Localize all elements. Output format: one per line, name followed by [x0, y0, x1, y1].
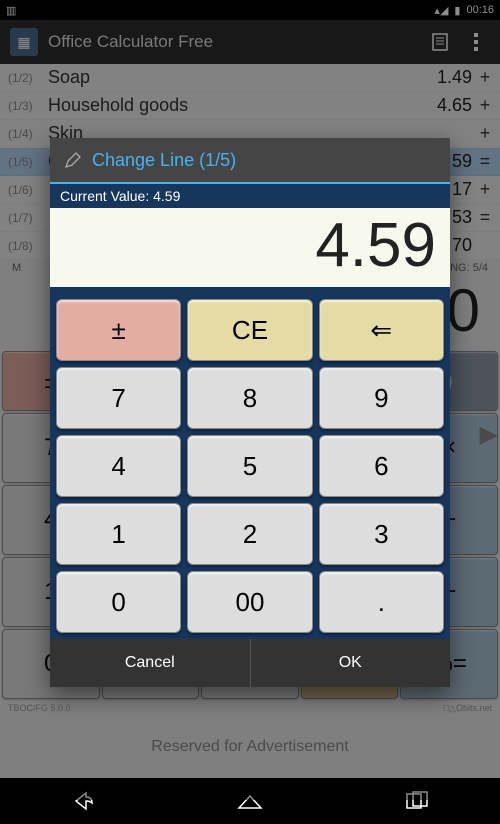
- pencil-icon: [64, 151, 82, 169]
- dialog-display: 4.59: [50, 208, 450, 293]
- key-dot[interactable]: .: [319, 571, 444, 633]
- key-00[interactable]: 00: [187, 571, 312, 633]
- dialog-title: Change Line (1/5): [92, 150, 236, 171]
- dialog-header: Change Line (1/5): [50, 138, 450, 184]
- key-4[interactable]: 4: [56, 435, 181, 497]
- cancel-button[interactable]: Cancel: [50, 639, 251, 687]
- key-backspace[interactable]: ⇐: [319, 299, 444, 361]
- key-9[interactable]: 9: [319, 367, 444, 429]
- dialog-keypad: ± CE ⇐ 7 8 9 4 5 6 1 2 3 0 00 .: [50, 293, 450, 639]
- current-value-bar: Current Value: 4.59: [50, 184, 450, 208]
- key-1[interactable]: 1: [56, 503, 181, 565]
- change-line-dialog: Change Line (1/5) Current Value: 4.59 4.…: [50, 138, 450, 687]
- key-0[interactable]: 0: [56, 571, 181, 633]
- key-6[interactable]: 6: [319, 435, 444, 497]
- key-8[interactable]: 8: [187, 367, 312, 429]
- key-7[interactable]: 7: [56, 367, 181, 429]
- key-clear-entry[interactable]: CE: [187, 299, 312, 361]
- key-2[interactable]: 2: [187, 503, 312, 565]
- ok-button[interactable]: OK: [251, 639, 451, 687]
- key-3[interactable]: 3: [319, 503, 444, 565]
- key-plusminus[interactable]: ±: [56, 299, 181, 361]
- key-5[interactable]: 5: [187, 435, 312, 497]
- dialog-actions: Cancel OK: [50, 639, 450, 687]
